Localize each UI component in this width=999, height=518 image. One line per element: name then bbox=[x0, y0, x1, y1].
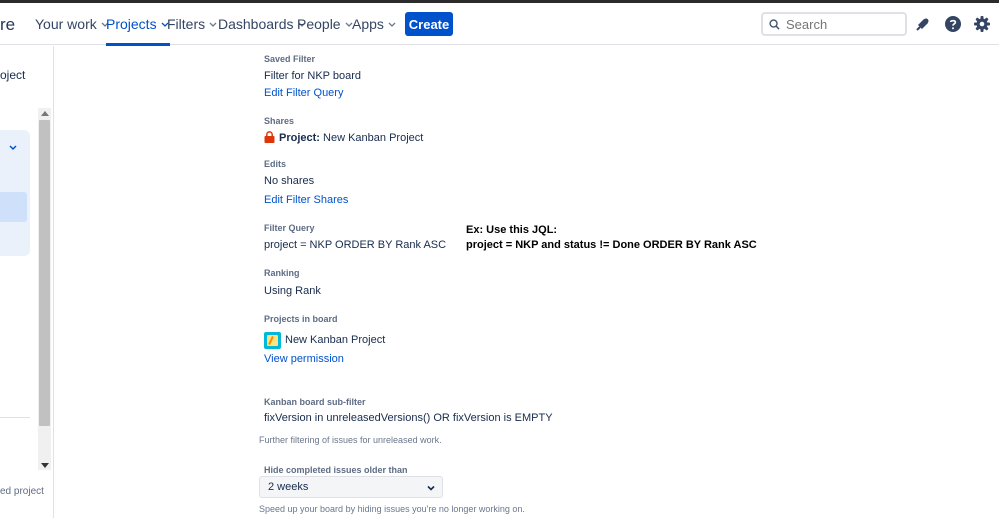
shares-label: Shares bbox=[264, 116, 295, 126]
nav-projects[interactable]: Projects bbox=[106, 3, 170, 46]
nav-filters[interactable]: Filters bbox=[167, 3, 218, 45]
search-box[interactable] bbox=[761, 12, 907, 36]
lock-icon bbox=[264, 131, 275, 143]
share-type: Project: bbox=[279, 132, 320, 144]
project-avatar-icon bbox=[264, 332, 281, 349]
saved-filter-value: Filter for NKP board bbox=[264, 70, 362, 82]
board-project-name: New Kanban Project bbox=[285, 334, 386, 346]
share-project-name: New Kanban Project bbox=[323, 132, 424, 144]
nav-dashboards[interactable]: Dashboards bbox=[218, 3, 307, 45]
notifications-icon[interactable] bbox=[913, 14, 933, 34]
saved-filter-label: Saved Filter bbox=[264, 54, 316, 64]
edits-label: Edits bbox=[264, 159, 287, 169]
chevron-down-icon[interactable] bbox=[8, 142, 18, 152]
nav-apps[interactable]: Apps bbox=[352, 3, 397, 45]
scrollbar-thumb[interactable] bbox=[39, 120, 50, 426]
kanban-subfilter-help: Further filtering of issues for unreleas… bbox=[259, 435, 442, 445]
projects-in-board-label: Projects in board bbox=[264, 314, 338, 324]
hide-completed-label: Hide completed issues older than bbox=[264, 465, 408, 475]
chevron-down-icon bbox=[209, 22, 217, 27]
ranking-value: Using Rank bbox=[264, 285, 321, 297]
create-button[interactable]: Create bbox=[405, 12, 453, 36]
chevron-down-icon bbox=[427, 485, 435, 491]
settings-gear-icon[interactable] bbox=[972, 14, 992, 34]
top-navigation: re Your work Projects Filters Dashboards… bbox=[0, 3, 999, 46]
search-icon bbox=[769, 18, 780, 30]
sidebar-divider bbox=[0, 417, 30, 418]
help-icon[interactable] bbox=[943, 14, 963, 34]
edit-filter-shares-link[interactable]: Edit Filter Shares bbox=[264, 194, 348, 206]
nav-people[interactable]: People bbox=[297, 3, 354, 45]
kanban-subfilter-label: Kanban board sub-filter bbox=[264, 397, 366, 407]
filter-query-value: project = NKP ORDER BY Rank ASC bbox=[264, 239, 447, 251]
edits-value: No shares bbox=[264, 175, 315, 187]
search-input[interactable] bbox=[786, 16, 896, 32]
project-sidebar: oject ed project bbox=[0, 46, 54, 518]
nav-filters-label: Filters bbox=[167, 16, 206, 32]
share-entry: Project: New Kanban Project bbox=[279, 132, 423, 144]
ranking-label: Ranking bbox=[264, 268, 300, 278]
nav-projects-label: Projects bbox=[106, 16, 157, 32]
nav-apps-label: Apps bbox=[352, 16, 384, 32]
scroll-up-arrow-icon[interactable] bbox=[41, 111, 49, 116]
sidebar-item-selected[interactable] bbox=[0, 192, 27, 222]
product-logo-text[interactable]: re bbox=[0, 15, 15, 35]
chevron-down-icon bbox=[388, 22, 396, 27]
nav-your-work[interactable]: Your work bbox=[35, 3, 110, 45]
filter-query-label: Filter Query bbox=[264, 223, 315, 233]
edit-filter-query-link[interactable]: Edit Filter Query bbox=[264, 87, 343, 99]
hide-completed-selected-value: 2 weeks bbox=[268, 481, 309, 493]
annotation-line-1: Ex: Use this JQL: bbox=[466, 224, 558, 236]
annotation-line-2: project = NKP and status != Done ORDER B… bbox=[466, 239, 757, 251]
sidebar-scrollbar[interactable] bbox=[38, 108, 51, 470]
nav-your-work-label: Your work bbox=[35, 16, 97, 32]
nav-dashboards-label: Dashboards bbox=[218, 16, 294, 32]
hide-completed-help: Speed up your board by hiding issues you… bbox=[259, 504, 525, 514]
view-permission-link[interactable]: View permission bbox=[264, 353, 344, 365]
hide-completed-select[interactable]: 2 weeks bbox=[259, 476, 443, 498]
nav-people-label: People bbox=[297, 16, 341, 32]
scroll-down-arrow-icon[interactable] bbox=[41, 463, 49, 468]
sidebar-project-name[interactable]: oject bbox=[0, 68, 25, 82]
sidebar-footer-text: ed project bbox=[0, 486, 44, 497]
kanban-subfilter-value: fixVersion in unreleasedVersions() OR fi… bbox=[264, 412, 553, 424]
